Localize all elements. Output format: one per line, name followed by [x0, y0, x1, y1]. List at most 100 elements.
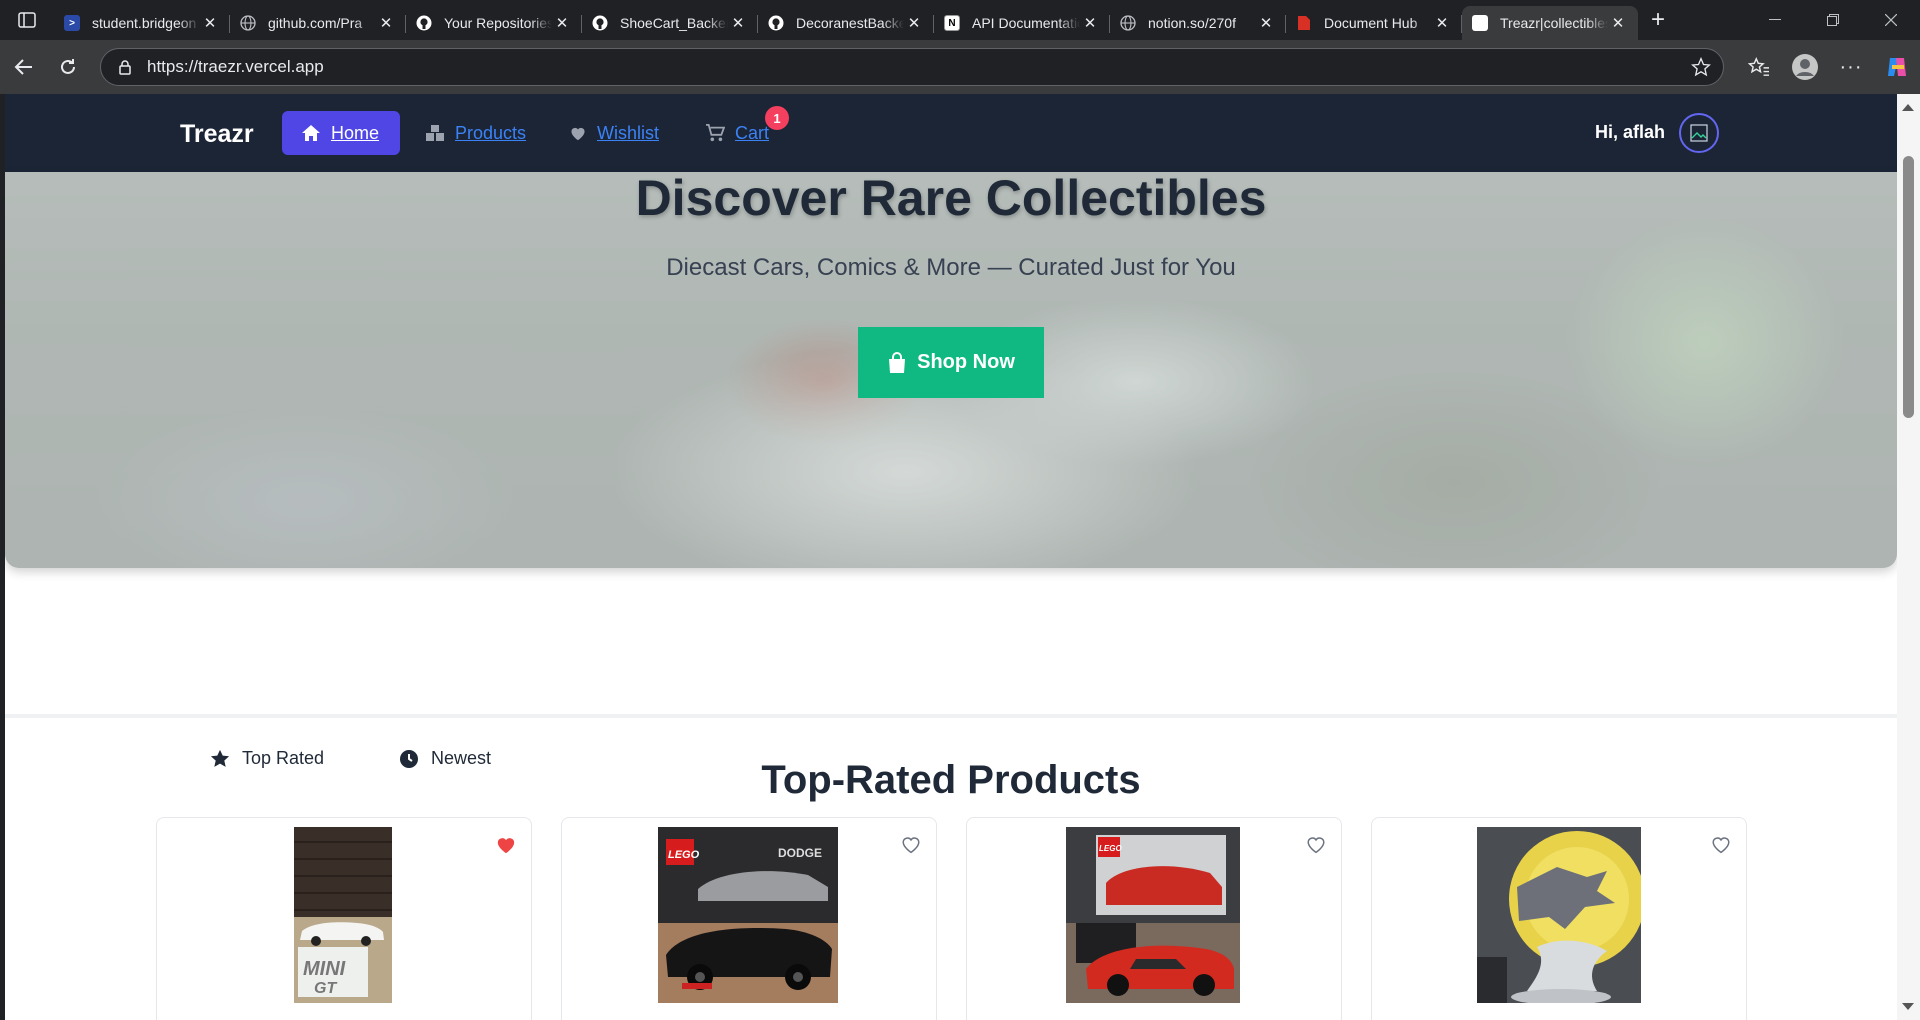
restore-button[interactable] [1804, 0, 1862, 40]
bridgeon-icon: > [64, 15, 80, 31]
site-info-icon[interactable] [117, 59, 133, 75]
nav-wishlist-label[interactable]: Wishlist [597, 123, 659, 144]
close-icon[interactable]: ✕ [1432, 14, 1452, 32]
profile-avatar-icon [1792, 54, 1818, 80]
user-avatar[interactable] [1679, 113, 1719, 153]
browser-toolbar: https://traezr.vercel.app ··· [0, 40, 1920, 94]
wishlist-heart-outline-icon[interactable] [1711, 836, 1731, 854]
product-image[interactable]: MINI GT [294, 827, 392, 1003]
page-scrollbar[interactable] [1897, 94, 1920, 1020]
browser-tab[interactable]: notion.so/270f ✕ [1110, 6, 1286, 40]
github-icon [416, 15, 432, 31]
address-bar[interactable]: https://traezr.vercel.app [100, 48, 1724, 86]
product-image[interactable]: LEGO [1066, 827, 1240, 1003]
product-card[interactable]: LEGO DODGE [561, 817, 937, 1020]
hero-subtitle: Diecast Cars, Comics & More — Curated Ju… [666, 254, 1236, 281]
treazr-icon [1472, 15, 1488, 31]
hero-title: Discover Rare Collectibles [635, 172, 1267, 226]
shopping-bag-icon [889, 351, 906, 373]
tab-title: DecoranestBackend [796, 15, 904, 31]
site-navbar: Treazr Home Products Wishlist Cart 1 Hi,… [5, 94, 1897, 172]
tab-title: API Documentation [972, 15, 1080, 31]
browser-tab[interactable]: Document Hub ✕ [1286, 6, 1462, 40]
browser-tab-bar: > student.bridgeon ✕ github.com/Pra ✕ Yo… [0, 0, 1920, 40]
home-icon [301, 124, 321, 142]
reload-button[interactable] [46, 45, 90, 89]
tab-title: ShoeCart_Backend [620, 15, 728, 31]
cart-count-badge: 1 [765, 106, 789, 130]
svg-text:MINI: MINI [303, 958, 346, 980]
tab-title: Document Hub [1324, 15, 1418, 31]
toolbar-right: ··· [1736, 40, 1920, 94]
document-icon [1296, 15, 1312, 31]
favorites-button[interactable] [1736, 45, 1782, 89]
close-icon[interactable]: ✕ [552, 14, 572, 32]
nav-cart-label[interactable]: Cart [735, 123, 769, 144]
page-viewport: Treazr Home Products Wishlist Cart 1 Hi,… [5, 94, 1897, 1020]
back-button[interactable] [2, 45, 46, 89]
nav-products-link[interactable]: Products [425, 111, 526, 155]
close-icon[interactable]: ✕ [904, 14, 924, 32]
product-image[interactable]: LEGO DODGE [658, 827, 838, 1003]
product-card[interactable]: LEGO [966, 817, 1342, 1020]
github-icon [592, 15, 608, 31]
nav-home-link[interactable]: Home [282, 111, 400, 155]
tab-title: github.com/Pra [268, 15, 363, 31]
nav-cart-link[interactable]: Cart [705, 111, 769, 155]
product-card[interactable]: MINI GT [156, 817, 532, 1020]
svg-text:GT: GT [314, 980, 337, 997]
nav-products-label[interactable]: Products [455, 123, 526, 144]
browser-tab[interactable]: DecoranestBackend ✕ [758, 6, 934, 40]
scroll-down-arrow-icon[interactable] [1902, 1003, 1914, 1010]
tab-title: notion.so/270f [1148, 15, 1236, 31]
favorite-star-icon[interactable] [1691, 57, 1711, 77]
favorites-icon [1748, 57, 1769, 76]
svg-text:LEGO: LEGO [668, 849, 700, 861]
notion-icon: N [944, 15, 960, 31]
close-icon[interactable]: ✕ [376, 14, 396, 32]
cart-icon [705, 124, 725, 142]
browser-tab[interactable]: ShoeCart_Backend ✕ [582, 6, 758, 40]
globe-icon [1120, 15, 1136, 31]
close-icon [1885, 14, 1897, 26]
restore-icon [1827, 14, 1839, 26]
close-icon[interactable]: ✕ [1256, 14, 1276, 32]
plus-icon: + [1650, 6, 1665, 33]
browser-tab[interactable]: github.com/Pra ✕ [230, 6, 406, 40]
close-icon[interactable]: ✕ [1608, 14, 1628, 32]
svg-text:DODGE: DODGE [778, 846, 822, 860]
user-greeting: Hi, aflah [1595, 122, 1666, 142]
profile-button[interactable] [1782, 45, 1828, 89]
browser-tab-active[interactable]: Treazr|collectibles ✕ [1462, 6, 1638, 40]
tab-title: student.bridgeon [92, 15, 197, 31]
nav-wishlist-link[interactable]: Wishlist [569, 111, 659, 155]
copilot-button[interactable] [1874, 45, 1920, 89]
wishlist-heart-outline-icon[interactable] [1306, 836, 1326, 854]
close-icon[interactable]: ✕ [200, 14, 220, 32]
product-image[interactable] [1477, 827, 1641, 1003]
heart-icon [569, 125, 587, 141]
boxes-icon [425, 124, 445, 142]
shop-now-label: Shop Now [917, 351, 1015, 373]
minimize-button[interactable] [1746, 0, 1804, 40]
browser-tab[interactable]: Your Repositories ✕ [406, 6, 582, 40]
wishlist-heart-filled-icon[interactable] [496, 836, 516, 854]
tab-actions-button[interactable] [0, 0, 54, 40]
tab-title: Treazr|collectibles [1500, 15, 1608, 31]
section-title: Top-Rated Products [761, 758, 1141, 802]
close-window-button[interactable] [1862, 0, 1920, 40]
product-card[interactable] [1371, 817, 1747, 1020]
close-icon[interactable]: ✕ [728, 14, 748, 32]
scroll-up-arrow-icon[interactable] [1902, 104, 1914, 111]
brand-logo[interactable]: Treazr [180, 120, 254, 149]
scrollbar-thumb[interactable] [1903, 156, 1914, 418]
browser-tab[interactable]: N API Documentation ✕ [934, 6, 1110, 40]
close-icon[interactable]: ✕ [1080, 14, 1100, 32]
shop-now-button[interactable]: Shop Now [858, 327, 1044, 398]
more-menu-button[interactable]: ··· [1828, 45, 1874, 89]
window-controls [1746, 0, 1920, 40]
wishlist-heart-outline-icon[interactable] [901, 836, 921, 854]
nav-home-label[interactable]: Home [331, 123, 379, 144]
browser-tab[interactable]: > student.bridgeon ✕ [54, 6, 230, 40]
new-tab-button[interactable]: + [1638, 0, 1678, 40]
